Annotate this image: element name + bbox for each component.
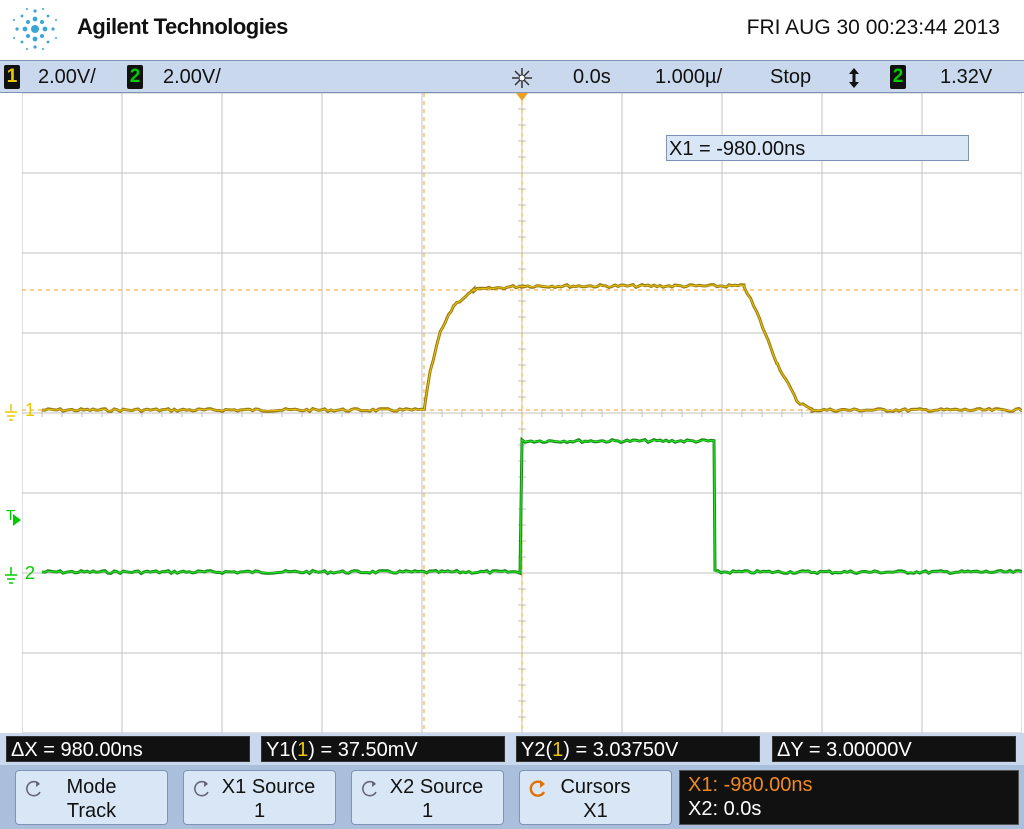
cursors-softkey[interactable]: Cursors X1 (519, 770, 672, 825)
x1-source-value: 1 (253, 800, 266, 822)
ch2-badge[interactable]: 2 (127, 65, 143, 89)
updown-arrow-icon (849, 68, 859, 88)
ch1-scale[interactable]: 2.00V/ (38, 65, 96, 89)
brand-name: Agilent Technologies (77, 14, 288, 39)
ch1-marker[interactable]: 1 (25, 400, 35, 420)
cursor-readout-box: X1 = -980.00ns (666, 135, 969, 161)
y1-readout: Y1(1) = 37.50mV (261, 736, 505, 762)
delta-x-readout: ΔX = 980.00ns (6, 736, 250, 762)
ch2-ground-icon (5, 567, 17, 584)
y2-readout: Y2(1) = 3.03750V (516, 736, 760, 762)
agilent-spark-logo-icon (13, 8, 57, 50)
run-state[interactable]: Stop (770, 65, 811, 89)
y2-value: ) = 3.03750V (563, 739, 679, 761)
ch1-ground-icon (5, 404, 17, 421)
x1-value: X1: -980.00ns (688, 774, 813, 796)
ch2-marker[interactable]: 2 (25, 563, 35, 583)
trigger-level[interactable]: 1.32V (940, 65, 992, 89)
measurement-bar: ΔX = 980.00ns Y1(1) = 37.50mV Y2(1) = 3.… (0, 733, 1024, 765)
y2-channel: 1 (552, 739, 564, 761)
trigger-channel-badge[interactable]: 2 (890, 65, 906, 89)
status-bar: 1 2.00V/ 2 2.00V/ 0.0s 1.000µ/ Stop 2 1.… (0, 60, 1024, 93)
x2-source-label: X2 Source (389, 776, 484, 798)
timebase-value[interactable]: 1.000µ/ (655, 65, 722, 89)
x2-source-value: 1 (421, 800, 434, 822)
date-time: FRI AUG 30 00:23:44 2013 (746, 16, 1000, 39)
y1-prefix: Y1( (266, 739, 298, 761)
mode-softkey[interactable]: Mode Track (15, 770, 168, 825)
delay-value[interactable]: 0.0s (573, 65, 611, 89)
cursor-values-box: X1: -980.00ns X2: 0.0s (679, 770, 1019, 825)
delta-y-readout: ΔY = 3.00000V (772, 736, 1016, 762)
y1-channel: 1 (297, 739, 309, 761)
trigger-sparkle-icon (512, 68, 532, 88)
y1-value: ) = 37.50mV (308, 739, 418, 761)
waveform-display (22, 93, 1022, 733)
x2-value: X2: 0.0s (688, 798, 762, 820)
cursors-value: X1 (583, 800, 608, 822)
trigger-arrow-icon (13, 514, 21, 526)
y2-prefix: Y2( (521, 739, 553, 761)
mode-label: Mode (66, 776, 117, 798)
ch2-scale[interactable]: 2.00V/ (163, 65, 221, 89)
x1-source-softkey[interactable]: X1 Source 1 (183, 770, 336, 825)
x2-source-softkey[interactable]: X2 Source 1 (351, 770, 504, 825)
ch1-badge[interactable]: 1 (4, 65, 20, 89)
header-bar: Agilent Technologies FRI AUG 30 00:23:44… (0, 0, 1024, 60)
x1-source-label: X1 Source (221, 776, 316, 798)
mode-value: Track (66, 800, 117, 822)
cursors-label: Cursors (560, 776, 631, 798)
